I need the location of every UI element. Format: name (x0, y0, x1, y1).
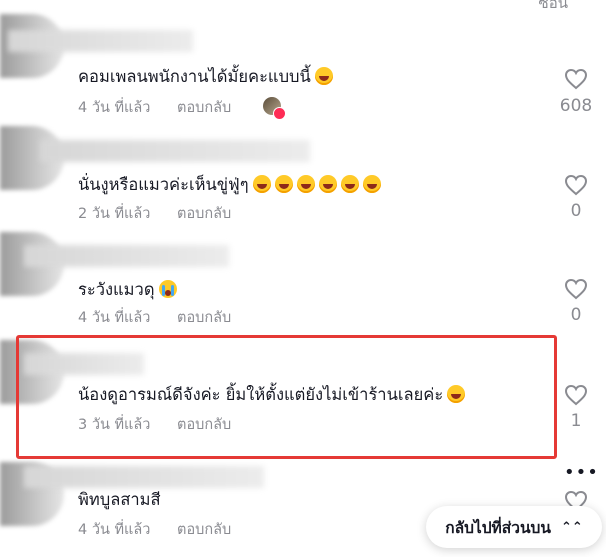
comment-time: 2 วัน ที่แล้ว (78, 206, 151, 222)
double-chevron-up-icon: ⌃⌃ (560, 519, 583, 535)
username[interactable] (24, 245, 229, 267)
comment-text: พิทบูลสามสี (78, 487, 161, 513)
username[interactable] (24, 466, 264, 488)
username[interactable] (8, 30, 193, 52)
comment-body: ระวังแมวดุ (78, 280, 155, 299)
comment-meta: 4 วัน ที่แล้ว ตอบกลับ (78, 306, 231, 329)
like-count: 0 (570, 201, 582, 221)
comment-body: นั่นงูหรือแมวค่ะเห็นขู่ฟู่ๆ (78, 175, 249, 194)
hide-link[interactable]: ซ่อน (539, 0, 568, 15)
like-count: 608 (559, 96, 593, 116)
back-to-top-button[interactable]: กลับไปที่ส่วนบน ⌃⌃ (426, 506, 602, 548)
reply-button[interactable]: ตอบกลับ (177, 206, 231, 222)
comment-meta: 4 วัน ที่แล้ว ตอบกลับ (78, 518, 231, 541)
comment-time: 4 วัน ที่แล้ว (78, 522, 151, 538)
comment-body: พิทบูลสามสี (78, 490, 161, 509)
heart-icon[interactable] (564, 384, 588, 406)
comment-time: 4 วัน ที่แล้ว (78, 100, 151, 116)
reply-button[interactable]: ตอบกลับ (177, 100, 231, 116)
laughing-emoji-icon (314, 67, 333, 85)
heart-icon[interactable] (564, 174, 588, 196)
back-to-top-label: กลับไปที่ส่วนบน (445, 518, 551, 537)
comment-text: คอมเพลนพนักงานได้มั้ยคะแบบนี้ (78, 64, 333, 90)
laughing-emoji-icon (296, 175, 315, 193)
comment-text: นั่นงูหรือแมวค่ะเห็นขู่ฟู่ๆ (78, 172, 381, 198)
heart-icon[interactable] (564, 68, 588, 90)
like-count: 0 (570, 305, 582, 325)
crying-emoji-icon (158, 280, 177, 298)
comment-meta: 4 วัน ที่แล้ว ตอบกลับ (78, 96, 231, 119)
laughing-emoji-icon (340, 175, 359, 193)
reply-button[interactable]: ตอบกลับ (177, 310, 231, 326)
reply-button[interactable]: ตอบกลับ (177, 522, 231, 538)
more-options-icon[interactable]: ••• (564, 462, 599, 483)
comment-meta: 2 วัน ที่แล้ว ตอบกลับ (78, 202, 231, 225)
comment-body: คอมเพลนพนักงานได้มั้ยคะแบบนี้ (78, 67, 311, 86)
username[interactable] (40, 140, 310, 162)
heart-icon[interactable] (564, 278, 588, 300)
laughing-emoji-icon (274, 175, 293, 193)
laughing-emoji-icon (362, 175, 381, 193)
comment-text: ระวังแมวดุ (78, 277, 177, 303)
heart-badge-icon (273, 107, 286, 120)
comment-time: 4 วัน ที่แล้ว (78, 310, 151, 326)
laughing-emoji-icon (318, 175, 337, 193)
highlight-box (16, 335, 557, 459)
laughing-emoji-icon (252, 175, 271, 193)
